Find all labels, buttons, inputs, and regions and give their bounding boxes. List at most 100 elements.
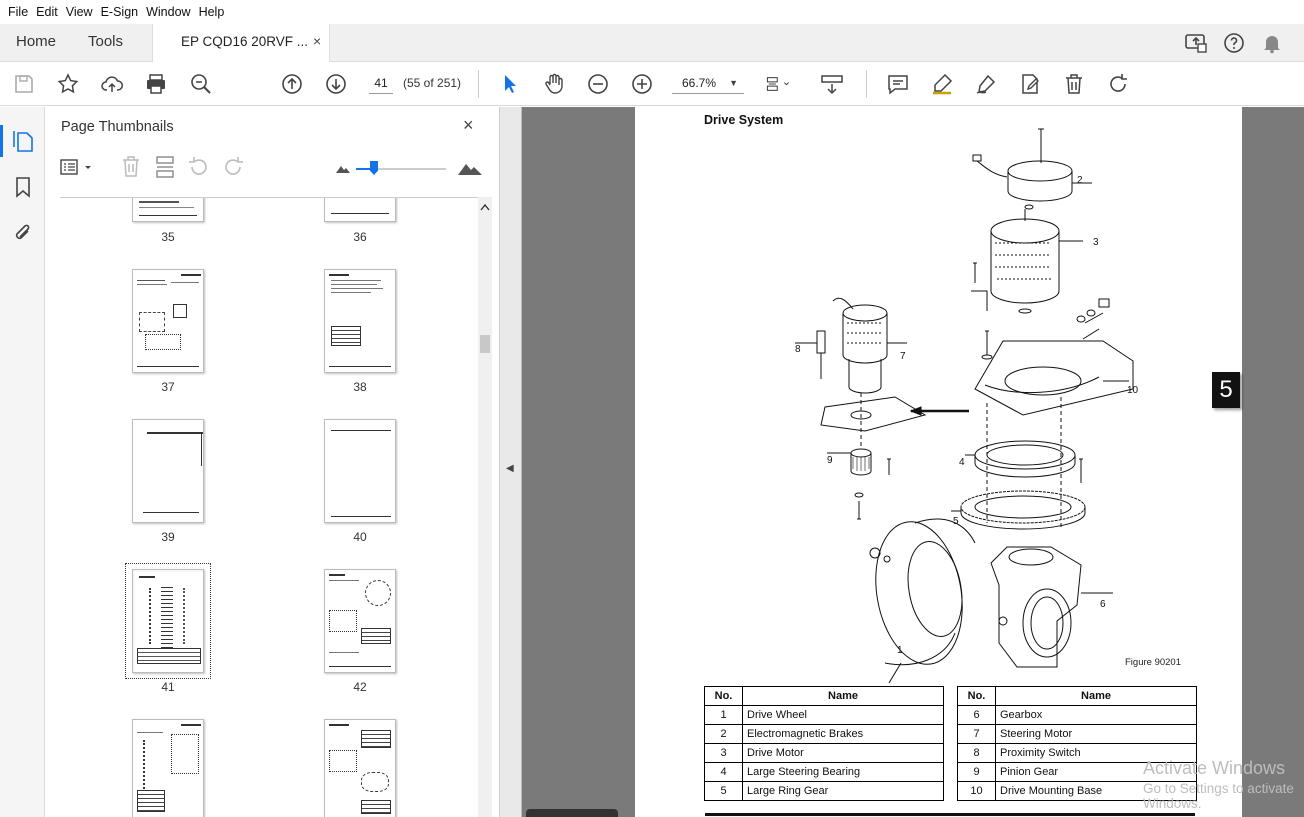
panel-title: Page Thumbnails (61, 119, 174, 135)
table-row: 4 Large Steering Bearing (704, 762, 944, 782)
delete-page-icon[interactable] (120, 155, 142, 179)
callout-4: 4 (959, 457, 965, 468)
toolbar-divider (478, 70, 479, 98)
menu-window[interactable]: Window (146, 5, 190, 19)
table-row: 2 Electromagnetic Brakes (704, 724, 944, 744)
page-fit-icon[interactable] (766, 72, 800, 96)
zoom-level-value: 66.7% (682, 76, 717, 90)
scroll-up-icon[interactable] (480, 203, 490, 211)
chevron-down-icon: ▼ (729, 78, 738, 88)
thumbnail-scrollbar[interactable] (478, 197, 492, 817)
page-thumbnail[interactable] (324, 569, 396, 673)
thumbnail-options-icon[interactable] (60, 157, 96, 179)
page-thumbnail[interactable] (324, 419, 396, 523)
attachment-icon[interactable] (12, 221, 34, 245)
table-row: 6 Gearbox (957, 705, 1197, 725)
menu-view[interactable]: View (66, 5, 93, 19)
edit-pdf-icon[interactable] (1018, 72, 1042, 96)
print-icon[interactable] (144, 72, 168, 96)
rotate-icon[interactable] (1106, 72, 1130, 96)
page-thumbnail[interactable] (132, 719, 204, 817)
watermark-subtitle: Go to Settings to activate Windows. (1143, 781, 1294, 811)
share-screen-icon[interactable] (1184, 31, 1208, 55)
rotate-right-icon[interactable] (222, 155, 244, 179)
callout-9: 9 (827, 455, 833, 466)
menu-edit[interactable]: Edit (36, 5, 58, 19)
tab-bar: Home Tools EP CQD16 20RVF ... × (0, 24, 1304, 62)
thumbnail-label: 39 (161, 530, 175, 544)
notification-bell-icon[interactable] (1260, 31, 1284, 55)
column-header-name: Name (995, 686, 1197, 706)
panel-collapse-handle[interactable]: ◀ (500, 107, 522, 817)
previous-page-icon[interactable] (280, 72, 304, 96)
page-thumbnail[interactable] (324, 719, 396, 817)
parts-table-left: No. Name 1 Drive Wheel 2 Electromagnetic B… (704, 686, 944, 801)
table-row: 5 Large Ring Gear (704, 781, 944, 801)
left-rail (0, 107, 45, 817)
page-thumbnail[interactable] (324, 198, 396, 222)
column-header-no: No. (957, 686, 996, 706)
page-thumbnail[interactable] (132, 419, 204, 523)
highlight-pen-icon[interactable] (930, 72, 954, 96)
table-row: 3 Drive Motor (704, 743, 944, 763)
page-thumbnails-panel: Page Thumbnails × 35 36 37 38 39 40 41 4… (45, 107, 500, 817)
rotate-left-icon[interactable] (188, 155, 210, 179)
callout-6: 6 (1100, 599, 1106, 610)
scroll-mode-icon[interactable] (820, 72, 844, 96)
tab-close-icon[interactable]: × (313, 33, 321, 49)
help-icon[interactable] (1222, 31, 1246, 55)
next-page-icon[interactable] (324, 72, 348, 96)
thumbnail-label: 36 (353, 230, 367, 244)
figure-label: Figure 90201 (1125, 657, 1181, 668)
page-nav-chip[interactable] (526, 809, 618, 817)
slider-handle[interactable] (370, 161, 378, 175)
table-row: 1 Drive Wheel (704, 705, 944, 725)
page-number-input[interactable]: 41 (369, 72, 393, 94)
zoom-in-icon[interactable] (630, 72, 654, 96)
panel-close-icon[interactable]: × (463, 115, 474, 136)
callout-1: 1 (897, 645, 903, 656)
page-thumbnail[interactable] (324, 269, 396, 373)
select-cursor-icon[interactable] (498, 72, 522, 96)
hand-tool-icon[interactable] (542, 72, 566, 96)
callout-3: 3 (1093, 237, 1099, 248)
document-viewer[interactable]: ◀ Drive System 2 3 7 8 10 4 9 5 6 1 Figu… (500, 107, 1304, 817)
tab-tools[interactable]: Tools (88, 33, 123, 50)
menu-help[interactable]: Help (199, 5, 225, 19)
zoom-search-icon[interactable] (189, 72, 213, 96)
save-icon[interactable] (12, 72, 36, 96)
draw-sign-icon[interactable] (974, 72, 998, 96)
bookmark-icon[interactable] (13, 175, 33, 199)
page-badge: 5 (1212, 372, 1240, 408)
delete-icon[interactable] (1062, 72, 1086, 96)
cloud-upload-icon[interactable] (100, 72, 124, 96)
menu-file[interactable]: File (8, 5, 28, 19)
menu-esign[interactable]: E-Sign (101, 5, 139, 19)
callout-5: 5 (953, 516, 959, 527)
column-header-name: Name (742, 686, 944, 706)
thumbnail-label: 41 (161, 680, 175, 694)
tab-home[interactable]: Home (16, 33, 56, 50)
tab-document[interactable]: EP CQD16 20RVF ... × (152, 24, 330, 62)
page-thumbnail[interactable] (132, 198, 204, 222)
page-thumbnail-current[interactable] (132, 569, 204, 673)
scrollbar-thumb[interactable] (480, 335, 490, 353)
zoom-level-select[interactable]: 66.7% ▼ (672, 72, 744, 94)
toolbar-divider (866, 70, 867, 98)
watermark-title: Activate Windows (1143, 758, 1286, 778)
main-toolbar: 41 (55 of 251) 66.7% ▼ (0, 62, 1304, 106)
thumbnail-label: 40 (353, 530, 367, 544)
extract-page-icon[interactable] (154, 155, 176, 179)
zoom-out-icon[interactable] (586, 72, 610, 96)
thumbnail-label: 38 (353, 380, 367, 394)
bookmark-star-icon[interactable] (56, 72, 80, 96)
callout-10: 10 (1127, 385, 1139, 396)
thumbnail-label: 35 (161, 230, 175, 244)
thumbnail-label: 37 (161, 380, 175, 394)
page-heading: Drive System (704, 113, 784, 127)
comment-icon[interactable] (886, 72, 910, 96)
activation-watermark: Activate Windows Go to Settings to activ… (1143, 758, 1304, 811)
active-indicator (0, 125, 3, 157)
page-thumbnail[interactable] (132, 269, 204, 373)
page-thumbnails-icon[interactable] (12, 129, 34, 153)
